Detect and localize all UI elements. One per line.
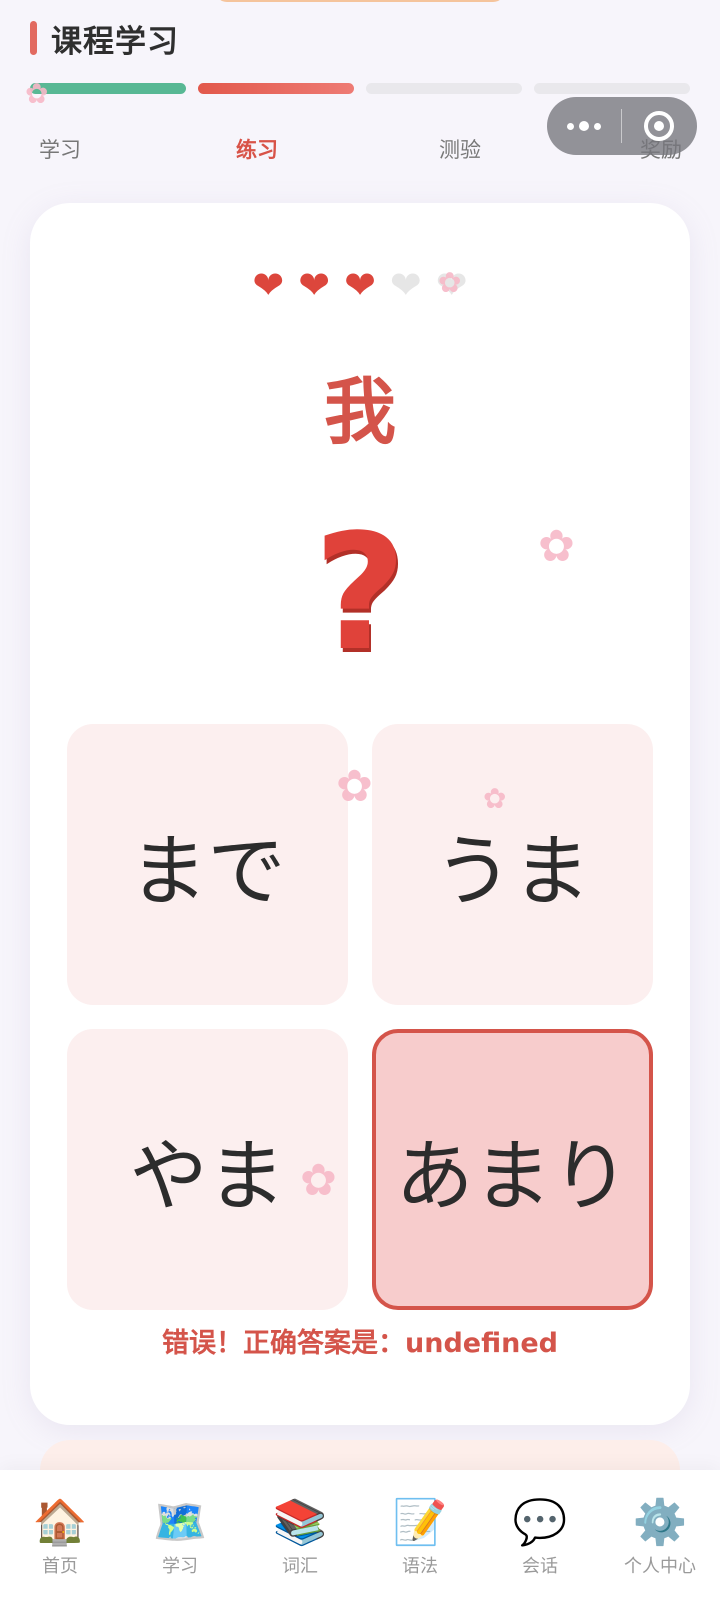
step-study[interactable]: 学习	[0, 134, 120, 164]
answer-option-1[interactable]: まで	[67, 724, 348, 1005]
sakura-decoration: ✿	[336, 761, 373, 812]
question-mark-icon: ?	[313, 499, 407, 686]
close-miniprogram-icon[interactable]	[622, 111, 696, 141]
answer-option-2[interactable]: うま	[372, 724, 653, 1005]
tab-label: 个人中心	[624, 1556, 696, 1577]
step-practice[interactable]: 练习	[197, 134, 317, 164]
sakura-decoration: ✿	[300, 1155, 337, 1206]
tab-home[interactable]: 🏠 首页	[5, 1498, 115, 1600]
miniprogram-capsule	[547, 97, 697, 155]
page-title: 课程学习	[51, 23, 179, 60]
heart-icon-full: ❤	[344, 263, 376, 307]
bottom-tab-bar: 🏠 首页 🗺️ 学习 📚 词汇 📝 语法 💬 会话 ⚙️ 个人中心	[0, 1470, 720, 1600]
progress-segment-study	[30, 83, 186, 94]
more-options-icon[interactable]	[547, 121, 621, 131]
speech-bubble-icon: 💬	[512, 1497, 568, 1548]
progress-segment-reward	[534, 83, 690, 94]
page-header: 课程学习	[30, 18, 179, 60]
books-icon: 📚	[272, 1497, 328, 1548]
answer-feedback: 错误！正确答案是：undefined	[162, 1328, 558, 1359]
tab-label: 词汇	[282, 1556, 318, 1577]
progress-segment-practice	[198, 83, 354, 94]
lives-hearts: ❤ ❤ ❤ ❤ ❤	[30, 265, 690, 305]
tab-label: 会话	[522, 1556, 558, 1577]
heart-icon-full: ❤	[298, 263, 331, 307]
next-card-peek	[40, 1440, 680, 1470]
sakura-decoration: ✿	[438, 266, 462, 299]
sakura-decoration: ✿	[25, 77, 49, 110]
lesson-progress-bar	[30, 83, 690, 94]
top-glow	[215, 0, 505, 2]
sakura-decoration: ✿	[483, 782, 507, 815]
tab-label: 首页	[42, 1556, 78, 1577]
tab-profile[interactable]: ⚙️ 个人中心	[605, 1498, 715, 1600]
tab-conversation[interactable]: 💬 会话	[485, 1498, 595, 1600]
tab-study[interactable]: 🗺️ 学习	[125, 1498, 235, 1600]
progress-segment-quiz	[366, 83, 522, 94]
map-icon: 🗺️	[152, 1497, 208, 1548]
memo-icon: 📝	[392, 1497, 448, 1548]
heart-icon-full: ❤	[252, 263, 285, 307]
heart-icon-empty: ❤	[389, 263, 422, 307]
tab-vocabulary[interactable]: 📚 词汇	[245, 1498, 355, 1600]
practice-card: ❤ ❤ ❤ ❤ ❤ ✿ 我 ? ✿ まで うま やま あまり ✿ ✿ ✿ 错误！…	[30, 203, 690, 1425]
tab-grammar[interactable]: 📝 语法	[365, 1498, 475, 1600]
answer-option-4-selected[interactable]: あまり	[372, 1029, 653, 1310]
sakura-decoration: ✿	[538, 521, 575, 572]
home-icon: 🏠	[32, 1497, 88, 1548]
step-quiz[interactable]: 测验	[400, 134, 520, 164]
tab-label: 语法	[402, 1556, 438, 1577]
question-kanji: 我	[323, 370, 396, 454]
title-accent-bar	[30, 21, 37, 55]
tab-label: 学习	[162, 1556, 198, 1577]
gear-icon: ⚙️	[632, 1497, 688, 1548]
